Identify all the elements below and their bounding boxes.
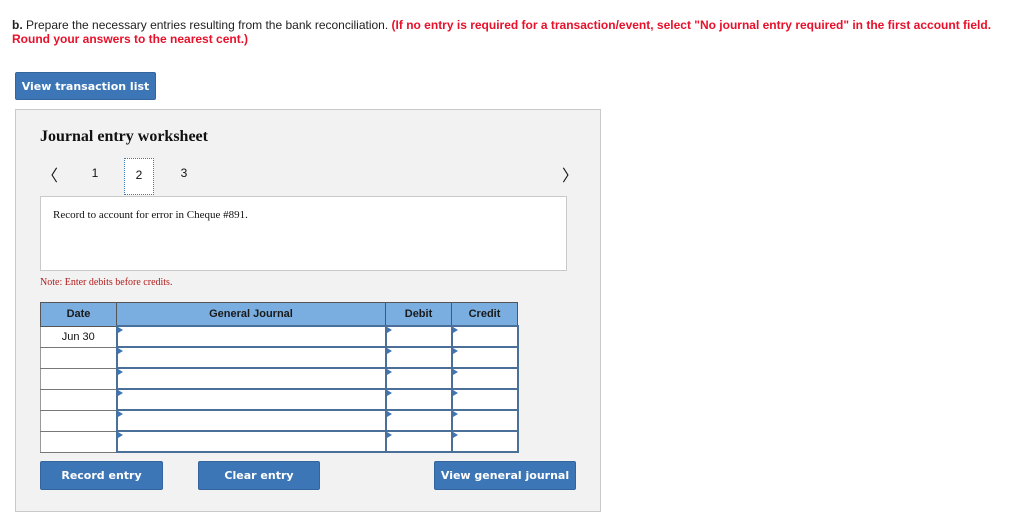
table-row	[40, 388, 519, 411]
header-date: Date	[40, 302, 117, 327]
header-credit: Credit	[451, 302, 518, 327]
chevron-right-icon[interactable]: 〉	[562, 162, 578, 186]
tab-1[interactable]: 1	[80, 159, 110, 187]
clear-entry-button[interactable]: Clear entry	[198, 461, 320, 490]
view-transaction-list-button[interactable]: View transaction list	[15, 72, 156, 100]
credit-input[interactable]	[450, 325, 519, 348]
debit-input[interactable]	[384, 409, 453, 432]
debit-input[interactable]	[384, 325, 453, 348]
table-row: Jun 30	[40, 325, 519, 348]
account-input[interactable]	[115, 388, 387, 411]
instructions-text: Prepare the necessary entries resulting …	[22, 18, 392, 32]
view-general-journal-button[interactable]: View general journal	[434, 461, 576, 490]
debit-input[interactable]	[384, 367, 453, 390]
worksheet-title: Journal entry worksheet	[40, 128, 208, 145]
header-debit: Debit	[385, 302, 452, 327]
chevron-left-icon[interactable]: 〈	[42, 162, 58, 186]
transaction-description: Record to account for error in Cheque #8…	[40, 196, 567, 271]
debit-input[interactable]	[384, 430, 453, 453]
account-input[interactable]	[115, 367, 387, 390]
credit-input[interactable]	[450, 346, 519, 369]
debit-input[interactable]	[384, 388, 453, 411]
credit-input[interactable]	[450, 388, 519, 411]
table-row	[40, 409, 519, 432]
debit-input[interactable]	[384, 346, 453, 369]
journal-table: Date General Journal Debit Credit Jun 30	[40, 302, 519, 453]
table-row	[40, 367, 519, 390]
record-entry-button[interactable]: Record entry	[40, 461, 163, 490]
date-cell	[40, 409, 117, 432]
table-row	[40, 346, 519, 369]
tab-3[interactable]: 3	[169, 159, 199, 187]
account-input[interactable]	[115, 346, 387, 369]
journal-entry-worksheet: Journal entry worksheet 〈 1 2 3 〉 Record…	[15, 109, 601, 512]
table-header-row: Date General Journal Debit Credit	[40, 302, 518, 327]
credit-input[interactable]	[450, 409, 519, 432]
date-cell: Jun 30	[40, 325, 117, 348]
instructions: b. Prepare the necessary entries resulti…	[12, 18, 1022, 46]
instructions-lead: b.	[12, 18, 23, 32]
credit-input[interactable]	[450, 430, 519, 453]
account-input[interactable]	[115, 409, 387, 432]
date-cell	[40, 388, 117, 411]
date-cell	[40, 430, 117, 453]
note-text: Note: Enter debits before credits.	[40, 277, 173, 288]
date-cell	[40, 346, 117, 369]
account-input[interactable]	[115, 430, 387, 453]
date-cell	[40, 367, 117, 390]
header-general-journal: General Journal	[116, 302, 386, 327]
credit-input[interactable]	[450, 367, 519, 390]
table-row	[40, 430, 519, 453]
description-text: Record to account for error in Cheque #8…	[53, 209, 248, 221]
account-input[interactable]	[115, 325, 387, 348]
tab-2[interactable]: 2	[124, 158, 154, 195]
